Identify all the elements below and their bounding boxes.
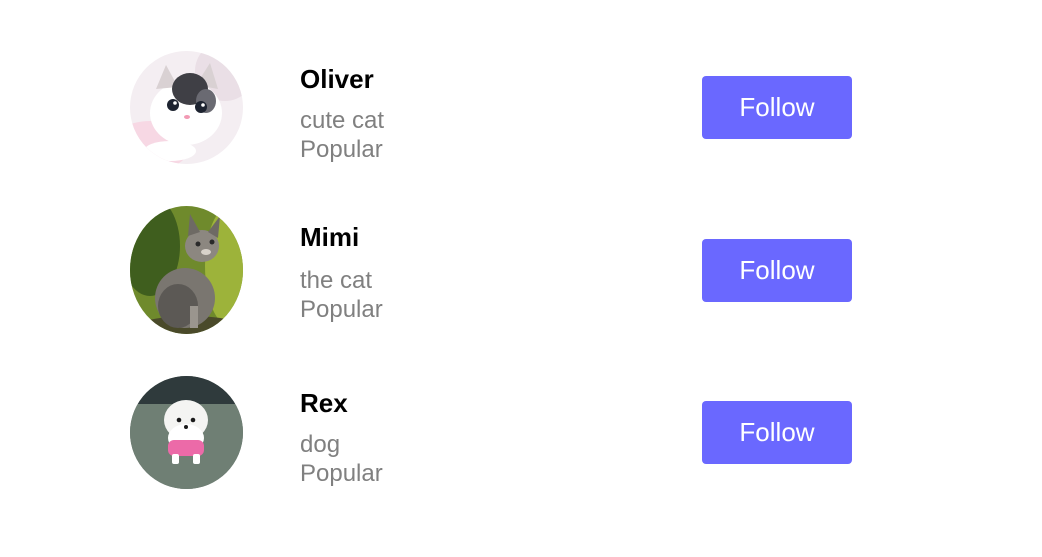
user-description: the cat — [300, 267, 373, 294]
puppy-photo-icon — [130, 376, 243, 489]
user-name: Mimi — [300, 222, 360, 252]
user-info: Rex dog Popular — [300, 388, 600, 488]
user-list: Oliver cute cat Popular Follow Mimi the … — [0, 0, 1042, 557]
user-description: dog — [300, 431, 341, 458]
follow-button[interactable]: Follow — [702, 239, 852, 302]
avatar — [130, 376, 243, 489]
user-name: Rex — [300, 388, 348, 418]
list-item: Rex dog Popular Follow — [0, 368, 1042, 508]
kitten-photo-icon — [130, 51, 243, 164]
list-item: Oliver cute cat Popular Follow — [0, 44, 1042, 184]
cat-photo-icon — [130, 206, 243, 334]
list-item: Mimi the cat Popular Follow — [0, 202, 1042, 342]
avatar — [130, 206, 243, 334]
user-info: Mimi the cat Popular — [300, 222, 600, 324]
follow-button[interactable]: Follow — [702, 76, 852, 139]
user-name: Oliver — [300, 64, 374, 94]
user-info: Oliver cute cat Popular — [300, 64, 600, 164]
user-description: cute cat — [300, 107, 385, 134]
follow-button[interactable]: Follow — [702, 401, 852, 464]
avatar — [130, 51, 243, 164]
user-status: Popular — [300, 136, 383, 163]
user-status: Popular — [300, 460, 383, 487]
user-status: Popular — [300, 296, 383, 323]
